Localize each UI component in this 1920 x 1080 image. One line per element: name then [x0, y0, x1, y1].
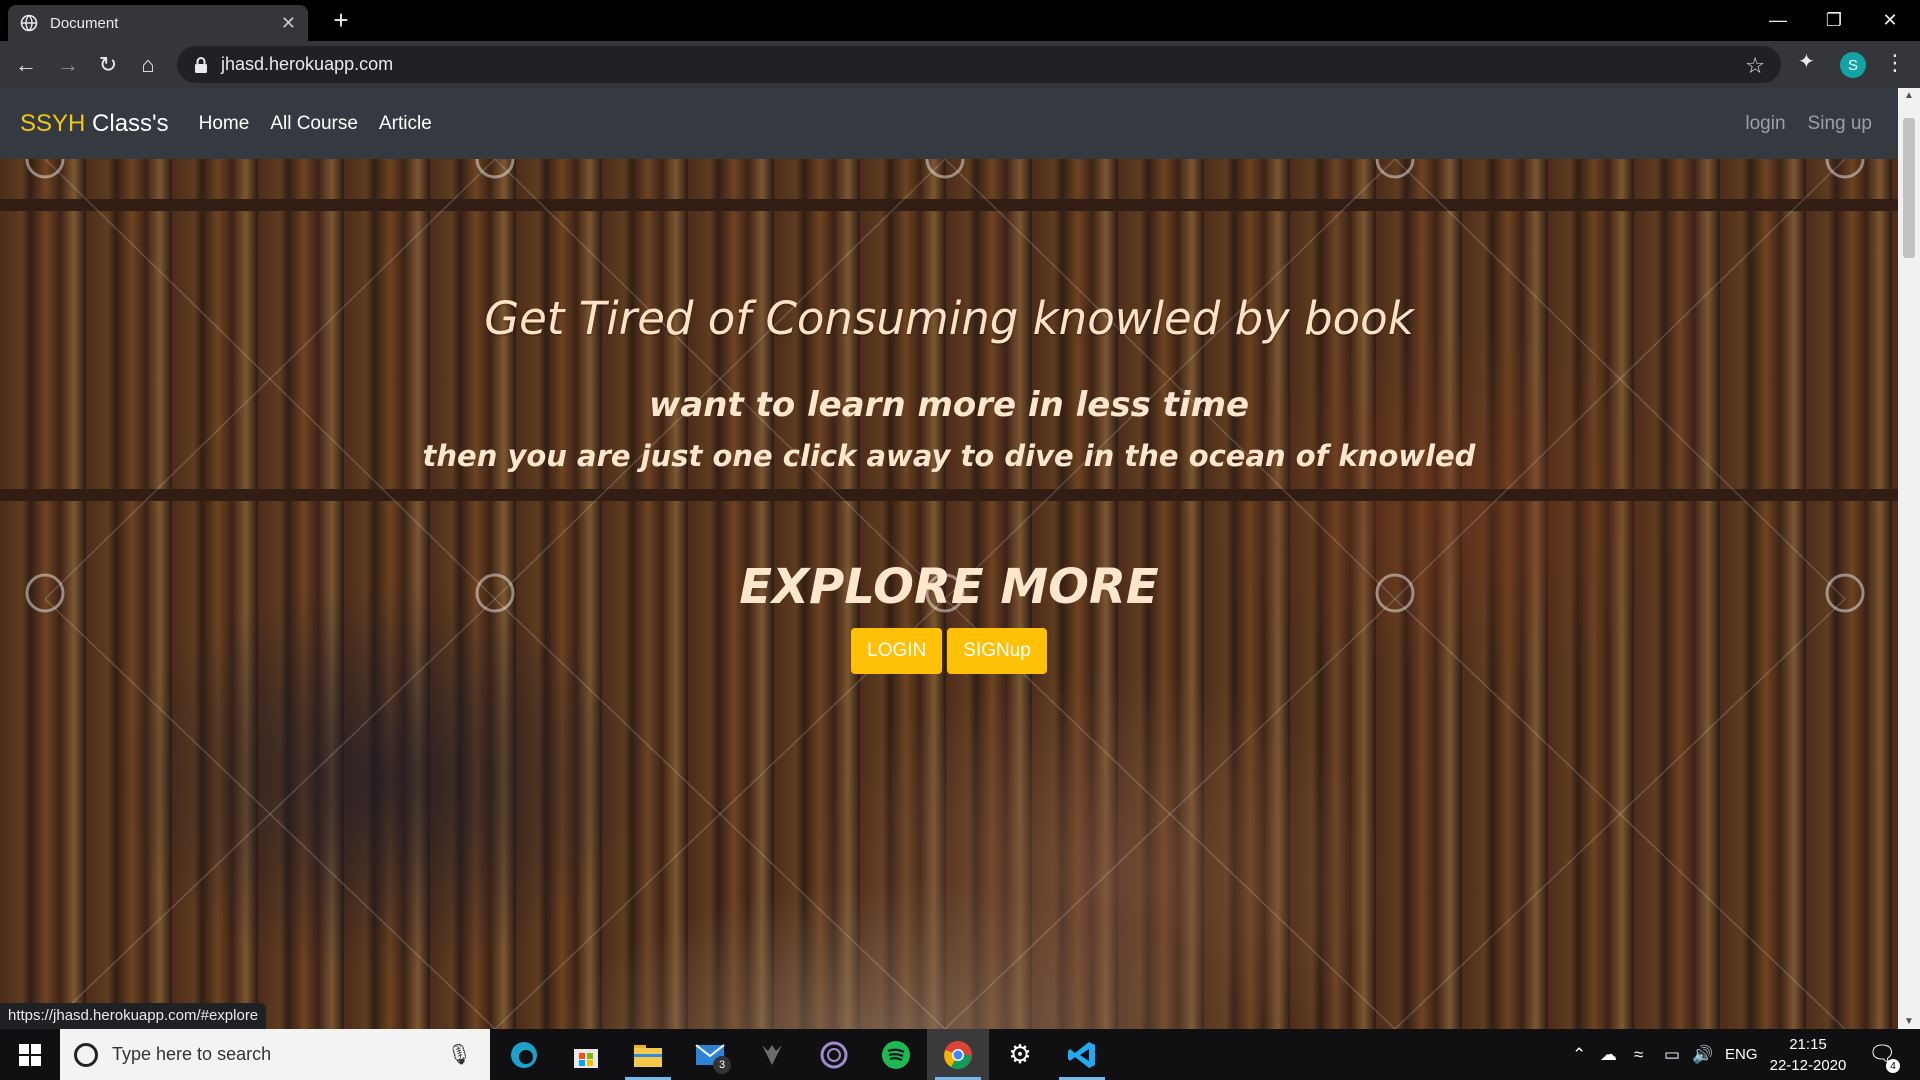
globe-icon — [20, 14, 38, 32]
lock-icon — [195, 56, 207, 73]
mail-app-icon[interactable]: 3 — [679, 1029, 741, 1080]
explore-heading[interactable]: EXPLORE MORE — [0, 559, 1898, 615]
login-button[interactable]: LOGIN — [851, 628, 943, 674]
scroll-down-icon[interactable]: ▼ — [1903, 1016, 1915, 1027]
browser-toolbar: ← → ↻ ⌂ jhasd.herokuapp.com ☆ — [0, 41, 1920, 88]
home-icon[interactable]: ⌂ — [132, 49, 164, 81]
profile-avatar[interactable]: S — [1840, 52, 1866, 78]
forward-icon[interactable]: → — [52, 49, 84, 81]
clock-date: 22-12-2020 — [1769, 1057, 1847, 1074]
web-page: SSYH Class's Home All Course Article log… — [0, 88, 1898, 1029]
nav-article[interactable]: Article — [379, 113, 432, 135]
tab-title: Document — [50, 14, 119, 32]
wifi-icon[interactable]: ≈ — [1634, 1029, 1643, 1080]
nav-links: Home All Course Article — [199, 113, 453, 135]
mail-badge: 3 — [713, 1056, 731, 1074]
store-app-icon[interactable] — [555, 1029, 617, 1080]
onedrive-icon[interactable]: ☁ — [1600, 1029, 1617, 1080]
tor-browser-icon[interactable] — [803, 1029, 865, 1080]
nav-home[interactable]: Home — [199, 113, 250, 135]
nav-login[interactable]: login — [1745, 113, 1785, 135]
spotify-app-icon[interactable] — [865, 1029, 927, 1080]
nav-auth-links: login Sing up — [1723, 88, 1872, 159]
browser-titlebar: Document ✕ + — ❐ ✕ — [0, 0, 1920, 41]
language-indicator[interactable]: ENG — [1725, 1029, 1758, 1080]
brand-rest: Class's — [85, 109, 169, 137]
minimize-button[interactable]: — — [1750, 0, 1806, 41]
browser-menu-icon[interactable]: ⋮ — [1884, 50, 1906, 76]
file-explorer-icon[interactable] — [617, 1029, 679, 1080]
back-icon[interactable]: ← — [10, 49, 42, 81]
windows-logo-icon — [19, 1043, 41, 1066]
settings-gear-icon[interactable]: ⚙ — [989, 1029, 1051, 1080]
new-tab-button[interactable]: + — [326, 5, 356, 35]
hero-subtitle-1: want to learn more in less time — [648, 385, 1250, 425]
link-status-bar: https://jhasd.herokuapp.com/#explore — [0, 1003, 267, 1029]
site-brand[interactable]: SSYH Class's — [20, 110, 169, 138]
start-button[interactable] — [0, 1029, 60, 1080]
page-scrollbar[interactable]: ▲ ▼ — [1898, 88, 1920, 1029]
microphone-icon[interactable]: 🎙 — [447, 1042, 472, 1067]
address-bar[interactable]: jhasd.herokuapp.com ☆ — [177, 46, 1781, 83]
bookmark-star-icon[interactable]: ☆ — [1745, 53, 1765, 79]
reload-icon[interactable]: ↻ — [92, 49, 124, 81]
clock-time: 21:15 — [1789, 1036, 1827, 1053]
scroll-up-icon[interactable]: ▲ — [1903, 90, 1915, 101]
vscode-app-icon[interactable] — [1051, 1029, 1113, 1080]
url-text: jhasd.herokuapp.com — [221, 54, 394, 74]
scroll-thumb[interactable] — [1903, 118, 1915, 258]
close-window-button[interactable]: ✕ — [1862, 0, 1918, 41]
chrome-app-icon[interactable] — [927, 1029, 989, 1080]
windows-taskbar: Type here to search 🎙 3 ⚙ ⌃ ☁ ≈ ▭ 🔊 ENG … — [0, 1029, 1920, 1080]
nav-signup[interactable]: Sing up — [1808, 113, 1872, 135]
taskbar-clock[interactable]: 21:15 22-12-2020 — [1768, 1034, 1848, 1076]
volume-icon[interactable]: 🔊 — [1692, 1029, 1713, 1080]
hero-section: Get Tired of Consuming knowled by book w… — [0, 159, 1898, 1029]
brand-accent: SSYH — [20, 109, 86, 137]
notification-count: 4 — [1886, 1059, 1900, 1073]
hero-subtitle-2: then you are just one click away to dive… — [422, 439, 1476, 473]
extensions-icon[interactable]: ✦ — [1798, 49, 1815, 74]
hero-cta-group: LOGIN SIGNup — [0, 628, 1898, 674]
signup-button[interactable]: SIGNup — [947, 628, 1047, 674]
tab-close-icon[interactable]: ✕ — [281, 13, 296, 34]
site-navbar: SSYH Class's Home All Course Article log… — [0, 88, 1898, 159]
cortana-icon — [74, 1042, 98, 1067]
predator-app-icon[interactable] — [741, 1029, 803, 1080]
battery-icon[interactable]: ▭ — [1664, 1029, 1680, 1080]
hero-title: Get Tired of Consuming knowled by book — [484, 292, 1414, 345]
edge-app-icon[interactable] — [493, 1029, 555, 1080]
nav-all-course[interactable]: All Course — [270, 113, 358, 135]
search-placeholder: Type here to search — [112, 1044, 272, 1064]
restore-button[interactable]: ❐ — [1806, 0, 1862, 41]
browser-tab[interactable]: Document ✕ — [8, 5, 308, 41]
taskbar-search[interactable]: Type here to search 🎙 — [60, 1029, 490, 1080]
show-hidden-icons[interactable]: ⌃ — [1572, 1029, 1586, 1080]
